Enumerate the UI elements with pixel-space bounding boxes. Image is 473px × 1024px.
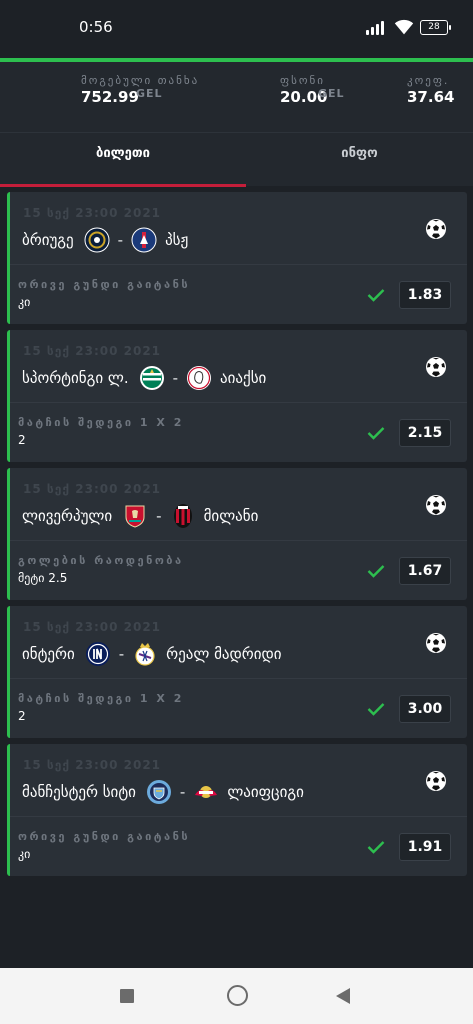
inter-crest-icon [85,642,110,666]
check-icon [367,289,385,302]
versus-separator: - [118,645,125,663]
selection: 2 [18,433,26,447]
tab-ticket[interactable]: ბილეთი [0,133,246,187]
away-team-name: ლაიფციგი [227,783,304,801]
soccer-ball-icon [426,495,446,515]
bet-list: 15 სექ 23:00 2021 ბრიუგე - პსჟ ორივე გუნ… [7,192,467,882]
away-team-name: მილანი [203,507,259,525]
ac-milan-crest-icon [173,504,192,528]
match-teams: ლივერპული - მილანი [22,500,258,532]
match-date: 15 სექ 23:00 2021 [23,482,162,496]
check-icon [367,427,385,440]
away-team-name: პსჟ [165,231,189,249]
psg-crest-icon [131,227,157,253]
market-name: გოლების რაოდენობა [18,554,184,567]
bet-card[interactable]: 15 სექ 23:00 2021 სპორტინგი ლ. - აიაქსი [7,330,467,462]
home-team-name: ლივერპული [22,507,113,525]
versus-separator: - [179,783,186,801]
card-divider [10,264,467,265]
selection: კი [18,295,31,309]
match-teams: ინტერი - რეალ მადრიდი [22,638,282,670]
soccer-ball-icon [426,771,446,791]
selection: 2 [18,709,26,723]
soccer-ball-icon [426,633,446,653]
match-teams: მანჩესტერ სიტი - ლაიფციგი [22,776,304,808]
match-teams: სპორტინგი ლ. - აიაქსი [22,362,266,394]
back-icon[interactable] [336,988,350,1004]
card-divider [10,540,467,541]
check-icon [367,841,385,854]
selection: კი [18,847,31,861]
card-divider [10,816,467,817]
soccer-ball-icon [426,357,446,377]
match-date: 15 სექ 23:00 2021 [23,206,162,220]
card-divider [10,402,467,403]
versus-separator: - [156,507,162,525]
home-team-name: ბრიუგე [22,231,74,249]
match-date: 15 სექ 23:00 2021 [23,620,162,634]
market-name: მატჩის შედეგი 1 X 2 [18,692,184,705]
status-bar: 0:56 28 [0,0,473,58]
market-name: მატჩის შედეგი 1 X 2 [18,416,184,429]
bet-card[interactable]: 15 სექ 23:00 2021 ბრიუგე - პსჟ ორივე გუნ… [7,192,467,324]
battery-icon: 28 [420,20,451,35]
tab-bar: ბილეთი ინფო [0,132,473,187]
man-city-crest-icon [146,780,171,804]
market-name: ორივე გუნდი გაიტანს [18,278,191,291]
signal-icon [366,21,388,35]
club-brugge-crest-icon [84,227,110,253]
odds-box: 2.15 [399,419,451,447]
potential-win-value: 752.99 [81,88,139,106]
potential-win-currency: GEL [136,87,163,100]
recent-apps-icon[interactable] [120,989,134,1003]
match-date: 15 სექ 23:00 2021 [23,344,162,358]
away-team-name: აიაქსი [220,369,267,387]
potential-win-label: მოგებული თანხა [81,74,200,87]
tab-info[interactable]: ინფო [246,133,473,187]
selection: მეტი 2.5 [18,571,68,585]
home-team-name: სპორტინგი ლ. [22,369,129,387]
soccer-ball-icon [426,219,446,239]
market-name: ორივე გუნდი გაიტანს [18,830,191,843]
away-team-name: რეალ მადრიდი [166,645,282,663]
odds-box: 1.91 [399,833,451,861]
versus-separator: - [117,231,124,249]
ajax-crest-icon [187,366,212,390]
wifi-icon [394,19,414,35]
active-tab-indicator [0,184,246,187]
bet-card[interactable]: 15 სექ 23:00 2021 ლივერპული - მილანი გოლ… [7,468,467,600]
check-icon [367,565,385,578]
home-icon[interactable] [227,985,248,1006]
coefficient-value: 37.64 [407,88,455,106]
odds-box: 1.67 [399,557,451,585]
match-date: 15 სექ 23:00 2021 [23,758,162,772]
status-time: 0:56 [79,18,113,36]
stake-label: ფსონი [280,74,325,87]
ticket-summary: მოგებული თანხა 752.99 GEL ფსონი 20.00 GE… [0,62,473,132]
liverpool-crest-icon [125,505,145,528]
real-madrid-crest-icon [135,643,155,666]
stake-currency: GEL [318,87,345,100]
bet-card[interactable]: 15 სექ 23:00 2021 ინტერი - რეალ მადრიდი … [7,606,467,738]
match-teams: ბრიუგე - პსჟ [22,224,188,256]
home-team-name: მანჩესტერ სიტი [22,783,136,801]
odds-box: 1.83 [399,281,451,309]
check-icon [367,703,385,716]
versus-separator: - [172,369,179,387]
sporting-cp-crest-icon [139,366,164,390]
card-divider [10,678,467,679]
rb-leipzig-crest-icon [195,786,218,798]
bet-card[interactable]: 15 სექ 23:00 2021 მანჩესტერ სიტი - ლაიფც… [7,744,467,876]
odds-box: 3.00 [399,695,451,723]
coefficient-label: კოეფ. [407,74,450,87]
system-nav-bar [0,968,473,1024]
home-team-name: ინტერი [22,645,75,663]
